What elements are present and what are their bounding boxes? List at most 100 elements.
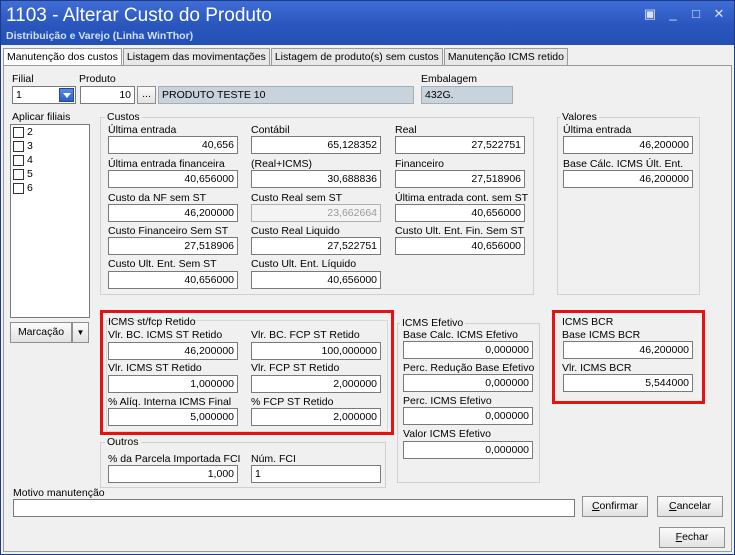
real-icms-field[interactable]: 30,688836	[251, 170, 381, 188]
base-icms-bcr-label: Base ICMS BCR	[562, 329, 641, 341]
custo-real-liquido-label: Custo Real Liquido	[251, 225, 340, 237]
contabil-field[interactable]: 65,128352	[251, 136, 381, 154]
aliq-interna-field[interactable]: 5,000000	[108, 408, 238, 426]
filial-checkbox-2[interactable]	[13, 127, 24, 138]
parcela-fci-field[interactable]: 1,000	[108, 465, 238, 483]
tab-listagem-produtos-sem-custos[interactable]: Listagem de produto(s) sem custos	[270, 48, 443, 66]
perc-icms-efetivo-field[interactable]: 0,000000	[403, 407, 533, 425]
confirmar-button[interactable]: Confirmar	[582, 496, 648, 517]
window-subtitle: Distribuição e Varejo (Linha WinThor)	[6, 30, 194, 42]
aplicar-filiais-label: Aplicar filiais	[12, 111, 71, 123]
perc-icms-efetivo-label: Perc. ICMS Efetivo	[403, 395, 492, 407]
icms-efetivo-title: ICMS Efetivo	[400, 317, 466, 329]
base-calc-efetivo-field[interactable]: 0,000000	[403, 341, 533, 359]
restore-icon[interactable]: ▣	[643, 7, 657, 21]
vlr-icms-st-field[interactable]: 1,000000	[108, 375, 238, 393]
produto-code-input[interactable]: 10	[80, 86, 135, 104]
valores-ultima-entrada-label: Última entrada	[563, 124, 632, 136]
real-icms-label: (Real+ICMS)	[251, 158, 312, 170]
base-calc-icms-label: Base Cálc. ICMS Últ. Ent.	[563, 158, 684, 170]
close-icon[interactable]: ✕	[712, 7, 726, 21]
marcacao-dropdown-button[interactable]: ▼	[72, 322, 89, 343]
custo-ult-ent-liquido-field[interactable]: 40,656000	[251, 271, 381, 289]
filial-checkbox-3[interactable]	[13, 141, 24, 152]
tab-bar: Manutenção dos custos Listagem das movim…	[3, 48, 569, 67]
vlr-icms-st-label: Vlr. ICMS ST Retido	[108, 362, 202, 374]
filial-label: Filial	[12, 73, 34, 85]
fechar-button[interactable]: Fechar	[659, 527, 725, 548]
ultima-entrada-field[interactable]: 40,656	[108, 136, 238, 154]
produto-description: PRODUTO TESTE 10	[158, 86, 414, 104]
filial-item-label: 3	[27, 140, 33, 152]
valor-icms-efetivo-field[interactable]: 0,000000	[403, 441, 533, 459]
window-title: 1103 - Alterar Custo do Produto	[6, 5, 272, 26]
custo-nf-sem-st-label: Custo da NF sem ST	[108, 192, 207, 204]
perc-reducao-field[interactable]: 0,000000	[403, 374, 533, 392]
aplicar-filiais-list[interactable]: 2 3 4 5 6	[10, 124, 90, 318]
embalagem-field: 432G.	[421, 86, 513, 104]
ult-ent-financeira-field[interactable]: 40,656000	[108, 170, 238, 188]
custo-real-sem-st-field: 23,662664	[251, 204, 381, 222]
base-icms-bcr-field[interactable]: 46,200000	[563, 341, 693, 359]
ultima-entrada-label: Última entrada	[108, 124, 177, 136]
custo-nf-sem-st-field[interactable]: 46,200000	[108, 204, 238, 222]
filial-item-label: 6	[27, 182, 33, 194]
num-fci-field[interactable]: 1	[251, 465, 381, 483]
vlr-icms-bcr-label: Vlr. ICMS BCR	[562, 362, 632, 374]
filial-item-label: 4	[27, 154, 33, 166]
fechar-label: echar	[682, 531, 709, 543]
outros-title: Outros	[105, 436, 141, 448]
num-fci-label: Núm. FCI	[251, 453, 296, 465]
cancelar-label: ancelar	[676, 500, 712, 512]
ult-ent-financeira-label: Última entrada financeira	[108, 158, 225, 170]
produto-browse-button[interactable]: ...	[137, 86, 156, 104]
real-label: Real	[395, 124, 417, 136]
filial-checkbox-6[interactable]	[13, 183, 24, 194]
vlr-icms-bcr-field[interactable]: 5,544000	[563, 374, 693, 392]
valores-ultima-entrada-field[interactable]: 46,200000	[563, 136, 693, 154]
confirmar-label: onfirmar	[599, 500, 639, 512]
custo-real-liquido-field[interactable]: 27,522751	[251, 237, 381, 255]
marcacao-button[interactable]: Marcação	[10, 322, 72, 343]
custo-ult-ent-fin-sem-st-label: Custo Ult. Ent. Fin. Sem ST	[395, 225, 524, 237]
main-window: 1103 - Alterar Custo do Produto Distribu…	[0, 0, 735, 555]
vlr-fcp-st-field[interactable]: 2,000000	[251, 375, 381, 393]
filial-checkbox-4[interactable]	[13, 155, 24, 166]
base-calc-efetivo-label: Base Calc. ICMS Efetivo	[403, 329, 518, 341]
motivo-label: Motivo manutenção	[13, 487, 105, 499]
real-field[interactable]: 27,522751	[395, 136, 525, 154]
tab-manutencao-icms-retido[interactable]: Manutenção ICMS retido	[443, 48, 568, 66]
custo-ult-ent-sem-st-field[interactable]: 40,656000	[108, 271, 238, 289]
title-bar[interactable]: 1103 - Alterar Custo do Produto Distribu…	[1, 1, 734, 45]
valores-title: Valores	[560, 111, 599, 123]
motivo-input[interactable]	[13, 499, 575, 517]
ult-ent-cont-sem-st-field[interactable]: 40,656000	[395, 204, 525, 222]
custo-ult-ent-fin-sem-st-field[interactable]: 40,656000	[395, 237, 525, 255]
filial-checkbox-5[interactable]	[13, 169, 24, 180]
produto-label: Produto	[79, 73, 116, 85]
financeiro-field[interactable]: 27,518906	[395, 170, 525, 188]
aliq-interna-label: % Alíq. Interna ICMS Final	[108, 396, 232, 408]
tab-panel: Filial 1 Produto 10 ... PRODUTO TESTE 10…	[3, 65, 732, 552]
fcp-st-label: % FCP ST Retido	[251, 396, 334, 408]
minimize-icon[interactable]: _	[666, 7, 680, 21]
vlr-bc-icms-st-field[interactable]: 46,200000	[108, 342, 238, 360]
custo-fin-sem-st-field[interactable]: 27,518906	[108, 237, 238, 255]
vlr-bc-fcp-st-label: Vlr. BC. FCP ST Retido	[251, 329, 360, 341]
base-calc-icms-field[interactable]: 46,200000	[563, 170, 693, 188]
filial-dropdown-icon[interactable]	[59, 88, 74, 102]
tab-listagem-movimentacoes[interactable]: Listagem das movimentações	[122, 48, 270, 66]
custo-real-sem-st-label: Custo Real sem ST	[251, 192, 343, 204]
vlr-bc-fcp-st-field[interactable]: 100,000000	[251, 342, 381, 360]
icms-bcr-title: ICMS BCR	[562, 316, 614, 328]
contabil-label: Contábil	[251, 124, 290, 136]
valor-icms-efetivo-label: Valor ICMS Efetivo	[403, 428, 491, 440]
icms-st-title: ICMS st/fcp Retido	[108, 316, 196, 328]
custos-title: Custos	[105, 111, 142, 123]
cancelar-hotkey: C	[668, 500, 677, 512]
maximize-icon[interactable]: □	[689, 7, 703, 21]
financeiro-label: Financeiro	[395, 158, 445, 170]
cancelar-button[interactable]: Cancelar	[657, 496, 723, 517]
ult-ent-cont-sem-st-label: Última entrada cont. sem ST	[395, 192, 529, 204]
fcp-st-field[interactable]: 2,000000	[251, 408, 381, 426]
